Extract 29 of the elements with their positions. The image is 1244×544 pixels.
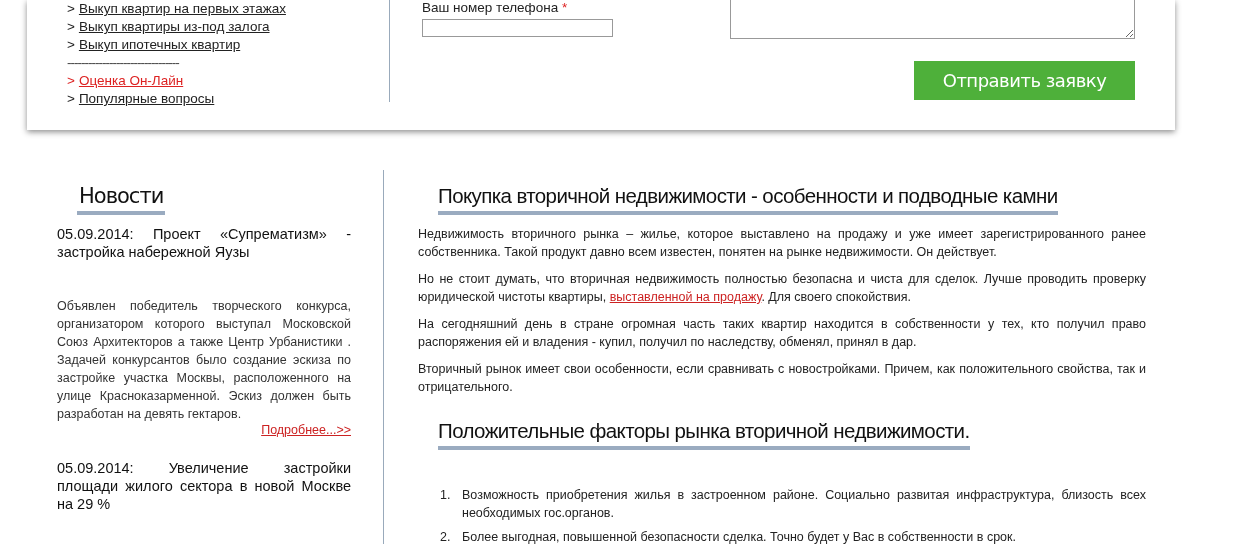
news-text: Объявлен победитель творческого конкурса, организатором которого выступал Московской Союз Архитекторов а также Центр Урбанистики . Задачей конкурсантов было создание эскиза по застройке участка Москвы, расположенного на улице Красноказарменной. Эскиз должен быть разработан на девять гектаров.	[57, 298, 351, 423]
menu-marker: >	[67, 90, 75, 108]
phone-label: Ваш номер телефона *	[422, 0, 569, 15]
menu-marker: >	[67, 18, 75, 36]
news-heading: Новости	[77, 184, 166, 215]
menu-link[interactable]: Оценка Он-Лайн	[78, 72, 184, 90]
menu-link[interactable]: Выкуп квартиры из-под залога	[78, 18, 270, 36]
menu-link[interactable]: Выкуп квартир на первых этажах	[78, 0, 286, 18]
list-item-text: Более выгодная, повышенной безопасности сделка. Точно будет у Вас в собственности в срок.	[462, 529, 1016, 544]
menu-link[interactable]: Выкуп ипотечных квартир	[78, 36, 241, 54]
menu-marker: >	[67, 36, 75, 54]
news-headline: 05.09.2014: Проект «Супрематизм» - застройка набережной Яузы	[57, 225, 351, 261]
article-paragraph: На сегодняшний день в стране огромная часть таких квартир находится в собственности у тех, кто получил право распоряжения ей и владения - купил, получил по наследству, обменял, принял в дар.	[418, 316, 1146, 351]
menu-marker: >	[67, 72, 75, 90]
section-heading: Положительные факторы рынка вторичной недвижимости.	[438, 419, 970, 450]
phone-input[interactable]	[422, 19, 613, 37]
message-textarea[interactable]	[730, 0, 1135, 39]
list-number: 1.	[440, 487, 452, 504]
list-item-text: Возможность приобретения жилья в застроенном районе. Социально развитая инфраструктура, близость всех необходимых гос.органов.	[462, 487, 1146, 522]
menu-separator: --------------------------------	[67, 54, 179, 72]
article-heading: Покупка вторичной недвижимости - особенности и подводные камни	[438, 184, 1058, 215]
menu-link[interactable]: Популярные вопросы	[78, 90, 215, 108]
menu-marker: >	[67, 0, 75, 18]
article-paragraph: Недвижимость вторичного рынка – жилье, которое выставлено на продажу и уже имеет зарегистрированного ранее собственника. Такой продукт давно всем известен, понятен на рынке недвижимости. Он действует.	[418, 226, 1146, 261]
more-link[interactable]: Подробнее...>>	[261, 423, 351, 437]
news-headline: 05.09.2014: Увеличение застройки площади жилого сектора в новой Москве на 29 %	[57, 459, 351, 513]
list-number: 2.	[440, 529, 452, 544]
article-paragraph: Вторичный рынок имеет свои особенности, если сравнивать с новостройками. Причем, как положительного свойства, так и отрицательного.	[418, 361, 1146, 396]
article-paragraph: Но не стоит думать, что вторичная недвижимость полностью безопасна и чиста для сделок. Лучше проводить проверку юридической чистоты квартиры, выставленной на продажу. Для своего спокойствия.	[418, 271, 1146, 306]
